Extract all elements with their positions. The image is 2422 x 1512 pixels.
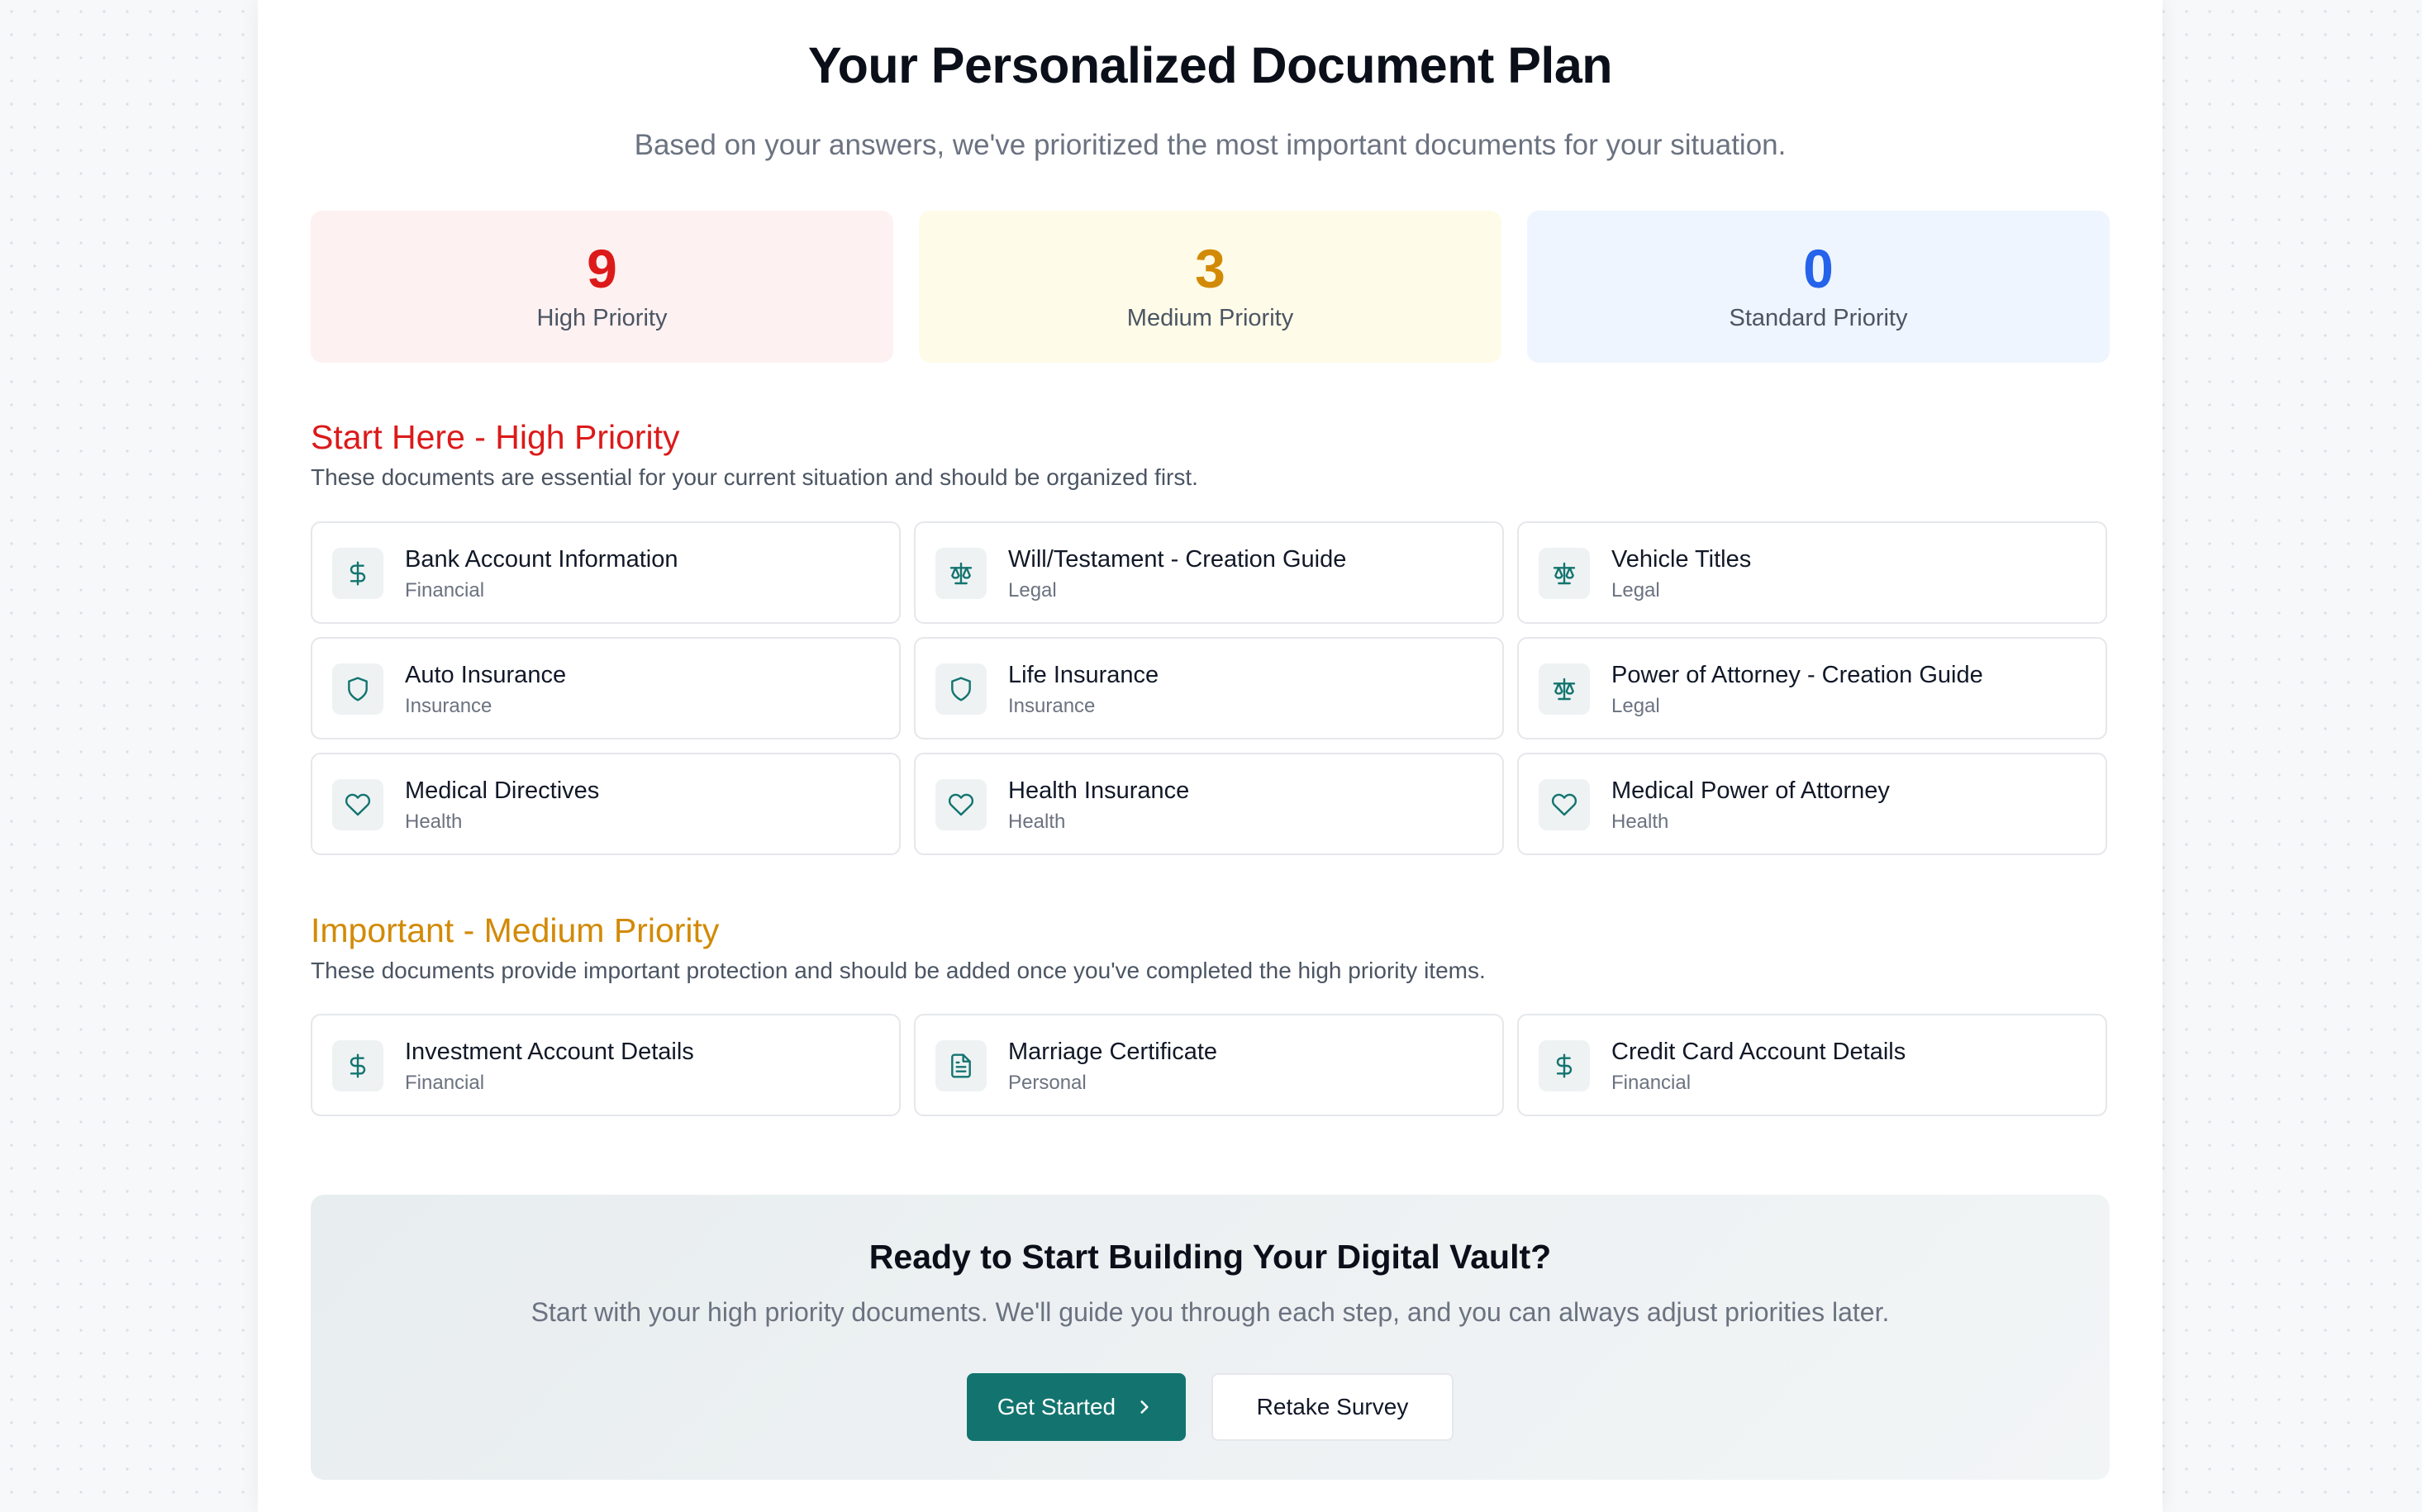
document-card[interactable]: Health Insurance Health — [914, 753, 1504, 855]
heart-icon — [948, 793, 974, 816]
document-card[interactable]: Credit Card Account Details Financial — [1517, 1014, 2107, 1116]
document-name: Medical Power of Attorney — [1611, 777, 1890, 804]
document-card[interactable]: Vehicle Titles Legal — [1517, 521, 2107, 624]
document-card[interactable]: Marriage Certificate Personal — [914, 1014, 1504, 1116]
document-icon-box — [332, 1040, 383, 1091]
dollar-icon — [350, 1053, 366, 1078]
stat-high-count: 9 — [587, 238, 617, 299]
document-name: Investment Account Details — [405, 1039, 694, 1065]
document-icon-box — [1539, 779, 1590, 830]
high-priority-title: Start Here - High Priority — [311, 418, 680, 456]
document-name: Health Insurance — [1008, 777, 1190, 804]
document-category: Health — [1008, 811, 1066, 833]
high-priority-description: These documents are essential for your c… — [311, 464, 1198, 490]
medium-priority-title: Important - Medium Priority — [311, 911, 720, 949]
document-category: Legal — [1611, 579, 1660, 601]
document-category: Legal — [1611, 695, 1660, 717]
document-icon-box — [332, 779, 383, 830]
document-icon-box — [935, 1040, 987, 1091]
document-icon — [951, 1053, 971, 1078]
get-started-label: Get Started — [997, 1394, 1116, 1419]
document-icon-box — [935, 779, 987, 830]
stat-high-priority: 9 High Priority — [311, 211, 893, 363]
document-icon-box — [1539, 663, 1590, 715]
dollar-icon — [350, 561, 366, 586]
cta-panel: Ready to Start Building Your Digital Vau… — [311, 1195, 2110, 1480]
stat-standard-count: 0 — [1803, 238, 1834, 299]
shield-icon — [348, 677, 368, 701]
document-category: Insurance — [1008, 695, 1096, 717]
scale-icon — [949, 562, 973, 585]
stat-standard-label: Standard Priority — [1729, 305, 1908, 331]
document-category: Financial — [1611, 1072, 1692, 1094]
scale-icon — [1553, 678, 1576, 701]
stat-standard-priority: 0 Standard Priority — [1527, 211, 2110, 363]
document-category: Personal — [1008, 1072, 1087, 1094]
stat-medium-label: Medium Priority — [1126, 305, 1294, 331]
page-title: Your Personalized Document Plan — [807, 37, 1613, 93]
heart-icon — [345, 793, 371, 816]
document-name: Life Insurance — [1008, 662, 1159, 688]
document-category: Legal — [1008, 579, 1057, 601]
document-icon-box — [1539, 1040, 1590, 1091]
document-category: Health — [405, 811, 463, 833]
document-icon-box — [935, 548, 987, 599]
document-card[interactable]: Investment Account Details Financial — [311, 1014, 901, 1116]
medium-priority-description: These documents provide important protec… — [311, 958, 1486, 983]
priority-stats: 9 High Priority 3 Medium Priority 0 Stan… — [311, 211, 2110, 363]
document-name: Marriage Certificate — [1008, 1039, 1218, 1065]
document-card[interactable]: Will/Testament - Creation Guide Legal — [914, 521, 1504, 624]
document-icon-box — [935, 663, 987, 715]
document-card[interactable]: Power of Attorney - Creation Guide Legal — [1517, 637, 2107, 739]
document-name: Bank Account Information — [405, 546, 678, 573]
dollar-icon — [1556, 1053, 1573, 1078]
scale-icon — [1553, 562, 1576, 585]
page-subtitle: Based on your answers, we've prioritized… — [634, 129, 1787, 161]
stat-high-label: High Priority — [536, 305, 668, 331]
high-priority-grid: Bank Account Information Financial Will/Te… — [311, 521, 2110, 855]
stat-medium-priority: 3 Medium Priority — [919, 211, 1501, 363]
document-card[interactable]: Life Insurance Insurance — [914, 637, 1504, 739]
get-started-button[interactable]: Get Started — [967, 1373, 1186, 1441]
medium-priority-grid: Investment Account Details Financial Marri… — [311, 1014, 2110, 1116]
heart-icon — [1551, 793, 1577, 816]
plan-panel: Your Personalized Document Plan Based on… — [258, 0, 2163, 1512]
document-name: Credit Card Account Details — [1611, 1039, 1906, 1065]
document-icon-box — [1539, 548, 1590, 599]
document-name: Will/Testament - Creation Guide — [1008, 546, 1347, 573]
document-category: Financial — [405, 579, 485, 601]
shield-icon — [951, 677, 971, 701]
cta-description: Start with your high priority documents.… — [531, 1297, 1890, 1327]
document-icon-box — [332, 663, 383, 715]
chevron-right-icon — [1140, 1400, 1149, 1414]
document-name: Auto Insurance — [405, 662, 567, 688]
cta-title: Ready to Start Building Your Digital Vau… — [868, 1238, 1552, 1276]
document-card[interactable]: Medical Power of Attorney Health — [1517, 753, 2107, 855]
document-category: Financial — [405, 1072, 485, 1094]
document-card[interactable]: Medical Directives Health — [311, 753, 901, 855]
document-name: Vehicle Titles — [1611, 546, 1752, 573]
document-icon-box — [332, 548, 383, 599]
stat-medium-count: 3 — [1195, 238, 1225, 299]
retake-survey-button[interactable]: Retake Survey — [1211, 1373, 1454, 1441]
document-name: Power of Attorney - Creation Guide — [1611, 662, 1983, 688]
document-card[interactable]: Auto Insurance Insurance — [311, 637, 901, 739]
document-card[interactable]: Bank Account Information Financial — [311, 521, 901, 624]
document-category: Insurance — [405, 695, 492, 717]
document-name: Medical Directives — [405, 777, 600, 804]
document-category: Health — [1611, 811, 1669, 833]
